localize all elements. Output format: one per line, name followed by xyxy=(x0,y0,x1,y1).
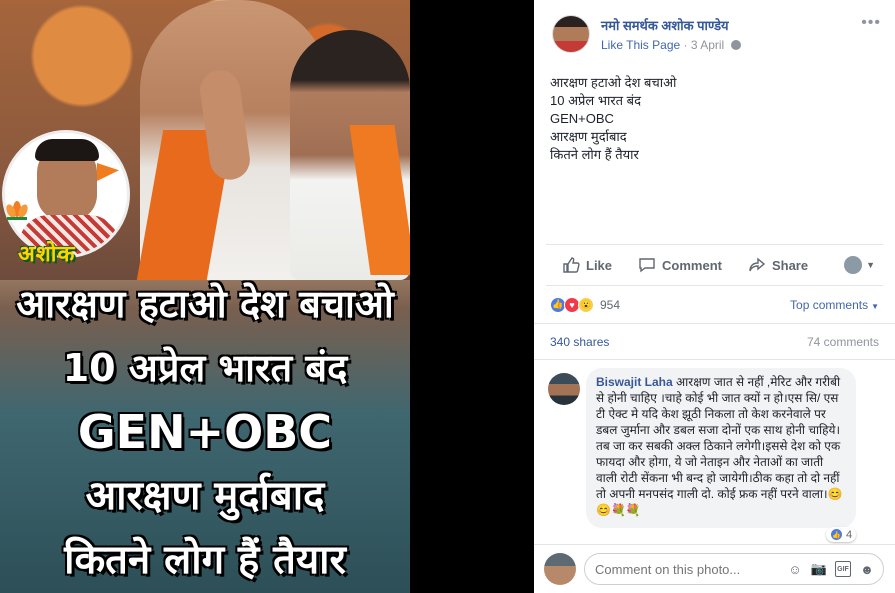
thumbs-up-icon xyxy=(563,257,580,273)
comment-label: Comment xyxy=(662,257,722,273)
comment-item: Biswajit Laha आरक्षण जात से नहीं ,मेरिट … xyxy=(534,360,895,544)
action-bar: Like Comment Share ▼ xyxy=(546,244,883,286)
share-arrow-icon xyxy=(749,257,766,272)
like-label: Like xyxy=(586,257,613,273)
comment-sort-label: Top comments xyxy=(790,297,869,312)
avatar xyxy=(844,256,863,274)
post-sidebar: नमो समर्थक अशोक पाण्डेय Like This Page ·… xyxy=(534,0,895,593)
comment-composer: ☺ 📷 GIF ☻ xyxy=(534,544,895,593)
posting-as-selector[interactable]: ▼ xyxy=(844,256,875,274)
like-reaction-icon: 👍 xyxy=(830,528,843,541)
second-figure xyxy=(290,30,410,280)
post-header: नमो समर्थक अशोक पाण्डेय Like This Page ·… xyxy=(534,0,895,68)
post-text-line: 10 अप्रेल भारत बंद xyxy=(550,93,641,108)
commenter-avatar[interactable] xyxy=(548,373,580,405)
comment-input[interactable] xyxy=(595,561,775,577)
comment-reaction-badge[interactable]: 👍 4 xyxy=(826,527,857,542)
comment-author[interactable]: Biswajit Laha xyxy=(596,375,673,389)
ellipsis-icon[interactable]: ••• xyxy=(861,14,881,32)
post-text-line: आरक्षण मुर्दाबाद xyxy=(550,129,627,144)
photo-line: कितने लोग हैं तैयार xyxy=(64,537,346,583)
camera-icon[interactable]: 📷 xyxy=(811,561,827,577)
wow-reaction-icon: 😮 xyxy=(578,296,594,313)
share-count-row: 340 shares 74 comments xyxy=(534,324,895,360)
composer-tools: ☺ 📷 GIF ☻ xyxy=(787,561,875,577)
post-meta: Like This Page · 3 April xyxy=(601,38,741,52)
post-photo[interactable]: अशोक आरक्षण हटाओ देश बचाओ 10 अप्रेल भारत… xyxy=(0,0,410,593)
post-date[interactable]: 3 April xyxy=(691,38,724,52)
speech-bubble-icon xyxy=(639,258,655,273)
share-label: Share xyxy=(771,257,809,273)
chevron-down-icon: ▼ xyxy=(866,260,875,270)
comment-sort-dropdown[interactable]: Top comments ▼ xyxy=(790,298,879,312)
sticker-icon[interactable]: ☻ xyxy=(859,561,875,577)
post-text-line: आरक्षण हटाओ देश बचाओ xyxy=(550,75,677,90)
avatar xyxy=(544,553,576,585)
comment-box[interactable]: ☺ 📷 GIF ☻ xyxy=(584,553,884,585)
comment-bubble: Biswajit Laha आरक्षण जात से नहीं ,मेरिट … xyxy=(586,368,856,528)
comment-like-count: 4 xyxy=(846,528,853,541)
badge-name: अशोक xyxy=(18,242,76,267)
lotus-icon xyxy=(6,201,28,220)
photo-line: 10 अप्रेल भारत बंद xyxy=(62,346,348,390)
photo-line: आरक्षण हटाओ देश बचाओ xyxy=(16,282,394,326)
post-text-line: कितने लोग हैं तैयार xyxy=(550,147,639,162)
post-text-line: GEN+OBC xyxy=(550,111,614,126)
photo-line: GEN+OBC xyxy=(77,405,333,459)
comment-text: आरक्षण जात से नहीं ,मेरिट और गरीबी से हो… xyxy=(596,375,843,517)
page-avatar[interactable] xyxy=(552,15,590,53)
photo-caption: आरक्षण हटाओ देश बचाओ 10 अप्रेल भारत बंद … xyxy=(0,272,410,592)
like-button[interactable]: Like xyxy=(562,256,612,274)
meta-separator: · xyxy=(683,38,688,52)
reaction-count[interactable]: 954 xyxy=(600,298,620,312)
gif-icon[interactable]: GIF xyxy=(835,561,851,577)
shares-link[interactable]: 340 shares xyxy=(550,335,609,349)
page-name-link[interactable]: नमो समर्थक अशोक पाण्डेय xyxy=(601,16,729,34)
globe-icon xyxy=(730,40,741,50)
chevron-down-icon: ▼ xyxy=(871,301,879,311)
comments-count[interactable]: 74 comments xyxy=(807,335,879,349)
photo-line: आरक्षण मुर्दाबाद xyxy=(85,473,325,519)
share-button[interactable]: Share xyxy=(748,256,808,274)
like-page-link[interactable]: Like This Page xyxy=(601,38,680,52)
reactions-row[interactable]: 👍 ♥ 😮 954 Top comments ▼ xyxy=(534,286,895,324)
comment-button[interactable]: Comment xyxy=(638,256,722,274)
emoji-icon[interactable]: ☺ xyxy=(787,561,803,577)
post-text: आरक्षण हटाओ देश बचाओ 10 अप्रेल भारत बंद … xyxy=(534,68,895,244)
